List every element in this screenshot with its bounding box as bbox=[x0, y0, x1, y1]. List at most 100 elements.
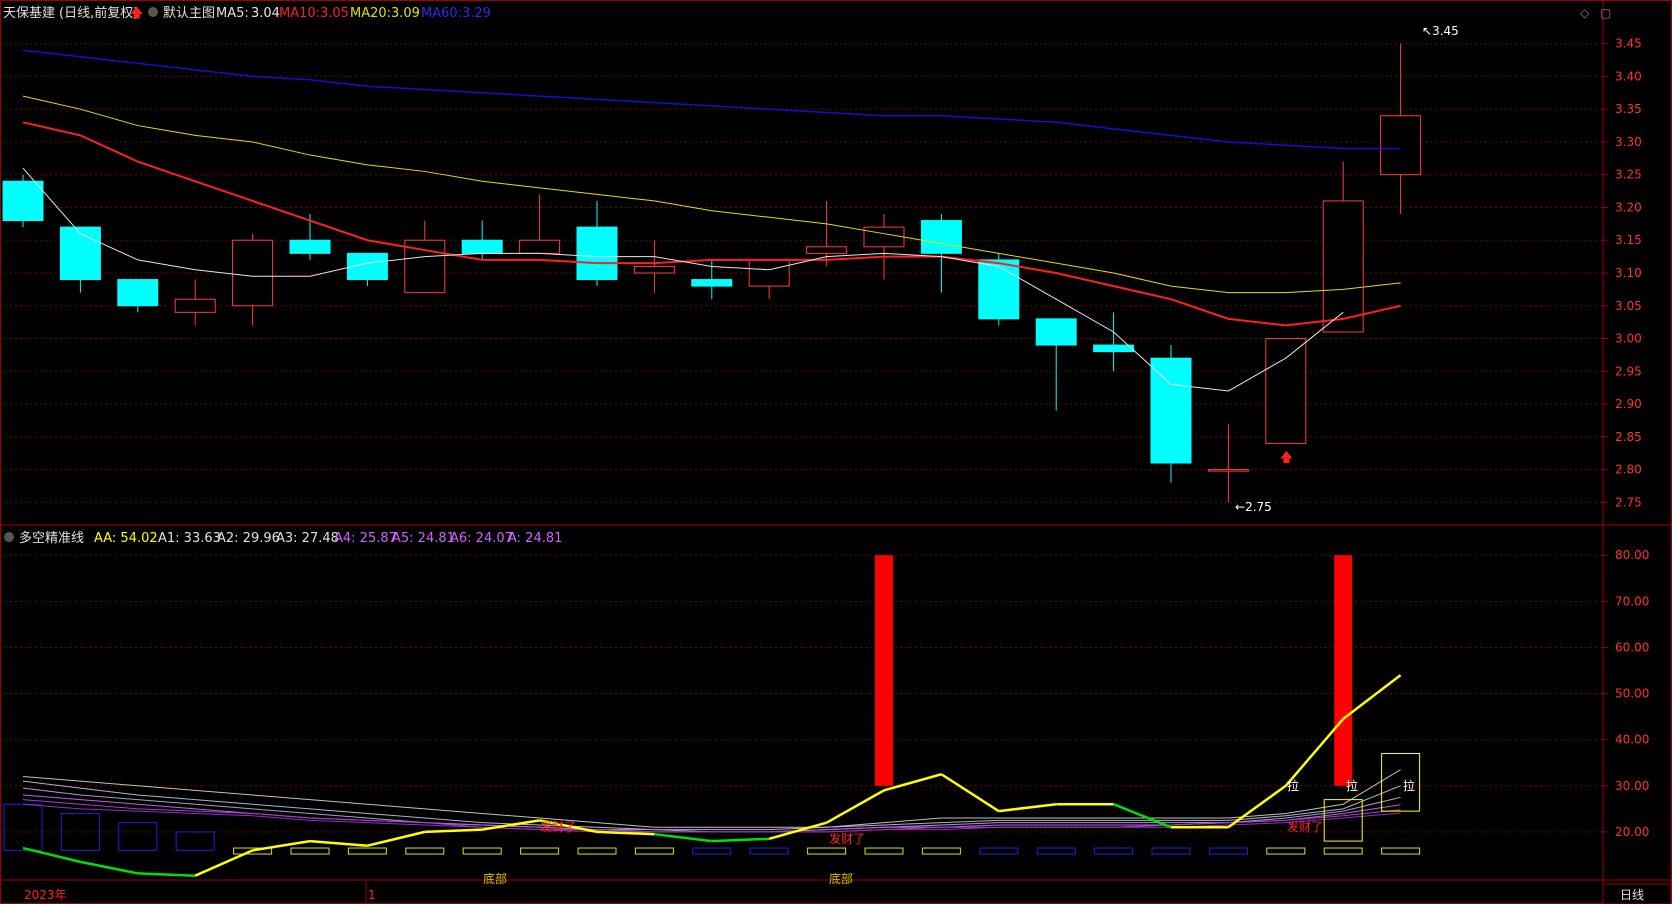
candle[interactable] bbox=[920, 214, 962, 293]
indicator-box bbox=[979, 847, 1019, 855]
candle[interactable] bbox=[1035, 318, 1077, 411]
candle[interactable] bbox=[174, 279, 216, 326]
aa-line-segment bbox=[768, 821, 827, 841]
candle-body bbox=[1093, 344, 1135, 353]
a3-value: A3: 27.48 bbox=[276, 531, 339, 546]
indicator-tick-label: 30.00 bbox=[1615, 779, 1649, 793]
candle[interactable] bbox=[748, 259, 790, 300]
candle-body bbox=[748, 259, 790, 287]
candle[interactable] bbox=[2, 174, 44, 228]
indicator-tick-label: 80.00 bbox=[1615, 548, 1649, 562]
candle[interactable] bbox=[59, 226, 101, 293]
candle[interactable] bbox=[633, 240, 675, 293]
indicator-box bbox=[3, 803, 43, 851]
indicator-box bbox=[634, 847, 674, 855]
indicator-box bbox=[692, 847, 732, 855]
ma5-value: 3.04 bbox=[251, 6, 280, 21]
candle-body bbox=[691, 279, 733, 287]
stock-name[interactable]: 天保基建 bbox=[3, 6, 55, 21]
price-tick-label: 3.30 bbox=[1615, 135, 1642, 149]
indicator-box bbox=[405, 847, 445, 855]
facai-label-1: 发财了 bbox=[540, 819, 576, 834]
candle[interactable] bbox=[1265, 338, 1307, 444]
facai-label-2: 发财了 bbox=[829, 831, 865, 846]
indicator-tick-label: 20.00 bbox=[1615, 825, 1649, 839]
price-tick-label: 2.85 bbox=[1615, 430, 1642, 444]
period-button-label[interactable]: 日线 bbox=[1620, 888, 1644, 902]
bottom-bar: 2023年 1 日线 bbox=[24, 883, 1672, 904]
aa-line-segment bbox=[940, 773, 1000, 813]
candle[interactable] bbox=[1322, 161, 1364, 333]
indicator-box bbox=[347, 847, 387, 855]
indicator-gear-icon[interactable] bbox=[4, 532, 14, 542]
candle[interactable] bbox=[1207, 423, 1249, 503]
candle[interactable] bbox=[691, 259, 733, 300]
aa-value: AA: 54.02 bbox=[94, 531, 158, 546]
ma10-value: 3.05 bbox=[320, 6, 349, 21]
indicator-tick-label: 60.00 bbox=[1615, 640, 1649, 654]
candle[interactable] bbox=[1150, 345, 1192, 483]
aa-line-segment bbox=[367, 830, 426, 847]
indicator-box bbox=[520, 847, 560, 855]
indicator-box bbox=[864, 847, 904, 855]
candle[interactable] bbox=[346, 252, 388, 287]
signal-bar[interactable] bbox=[1334, 555, 1353, 786]
ma20-label: MA20: bbox=[350, 6, 391, 21]
diamond-icon[interactable]: ◇ bbox=[1580, 6, 1590, 20]
chart-mode[interactable]: 默认主图 bbox=[163, 5, 215, 21]
candle[interactable] bbox=[576, 200, 618, 287]
candle-body bbox=[59, 226, 101, 281]
candle[interactable] bbox=[1380, 43, 1422, 215]
sub-chart[interactable] bbox=[3, 555, 1421, 877]
aa-line-segment bbox=[137, 872, 196, 877]
price-tick-label: 3.35 bbox=[1615, 102, 1642, 116]
aa-line-segment bbox=[309, 839, 368, 847]
aa-line-segment bbox=[194, 849, 254, 877]
indicator-box bbox=[1036, 847, 1076, 855]
indicator-box bbox=[749, 847, 789, 855]
sub-header: 多空精准线 AA: 54.02 A1: 33.63 A2: 29.96 A3: … bbox=[4, 530, 562, 546]
bottom-label-1: 底部 bbox=[483, 871, 507, 886]
a2-value: A2: 29.96 bbox=[217, 531, 280, 546]
candle-body bbox=[519, 239, 561, 254]
ma60-line bbox=[22, 49, 1401, 150]
price-tick-label: 3.20 bbox=[1615, 200, 1642, 214]
up-arrow-icon: 🡅 bbox=[130, 6, 143, 21]
candle[interactable] bbox=[863, 214, 905, 280]
candle[interactable] bbox=[117, 279, 159, 313]
price-tick-label: 3.40 bbox=[1615, 69, 1642, 83]
aa-line-segment bbox=[825, 789, 885, 824]
indicator-box bbox=[290, 847, 330, 855]
indicator-box bbox=[118, 822, 158, 851]
candle[interactable] bbox=[232, 233, 274, 326]
year-label: 2023年 bbox=[24, 888, 67, 902]
window-box-icon[interactable]: ▢ bbox=[1600, 6, 1611, 20]
price-tick-label: 3.10 bbox=[1615, 266, 1642, 280]
chart-stage: 🡅 3.453.403.353.303.253.203.153.103.053.… bbox=[0, 0, 1672, 904]
candle[interactable] bbox=[519, 194, 561, 254]
candle-body bbox=[1380, 115, 1422, 176]
aa-line-segment bbox=[252, 839, 311, 852]
indicator-box bbox=[1208, 847, 1248, 855]
indicator-tick-label: 70.00 bbox=[1615, 594, 1649, 608]
aa-line-segment bbox=[998, 802, 1057, 813]
la-label-2: 拉 bbox=[1346, 778, 1358, 793]
price-tick-label: 2.80 bbox=[1615, 463, 1642, 477]
indicator-line bbox=[22, 787, 1401, 833]
buy-arrow-icon: 🡅 bbox=[1280, 450, 1293, 465]
price-tick-label: 3.00 bbox=[1615, 332, 1642, 346]
indicator-box bbox=[1323, 847, 1363, 855]
aa-line-segment bbox=[711, 837, 770, 843]
candle-body bbox=[806, 246, 848, 254]
ma60-value: 3.29 bbox=[462, 6, 491, 21]
candle[interactable] bbox=[1093, 312, 1135, 372]
a1-value: A1: 33.63 bbox=[158, 531, 221, 546]
indicator-name[interactable]: 多空精准线 bbox=[19, 530, 84, 546]
high-label: ↖3.45 bbox=[1422, 24, 1459, 38]
settings-gear-icon[interactable] bbox=[148, 7, 158, 17]
signal-bar[interactable] bbox=[875, 555, 893, 786]
la-label-3: 拉 bbox=[1403, 778, 1415, 793]
ma5-label: MA5: bbox=[216, 6, 249, 21]
price-tick-label: 2.90 bbox=[1615, 397, 1642, 411]
indicator-box bbox=[462, 847, 502, 855]
